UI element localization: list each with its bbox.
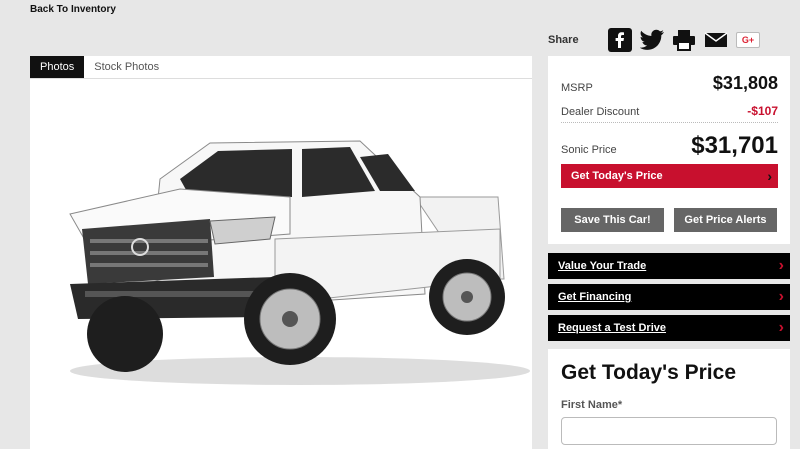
- back-to-inventory-link[interactable]: Back To Inventory: [30, 4, 116, 15]
- get-price-alerts-button[interactable]: Get Price Alerts: [674, 208, 777, 232]
- chevron-right-icon: ›: [778, 319, 784, 336]
- request-test-drive-label: Request a Test Drive: [558, 322, 667, 334]
- get-financing-button[interactable]: Get Financing ›: [548, 284, 790, 310]
- first-name-label-text: First Name: [561, 399, 618, 411]
- print-icon[interactable]: [672, 29, 696, 51]
- sonic-price-value: $31,701: [691, 132, 778, 159]
- chevron-right-icon: ›: [778, 288, 784, 305]
- share-bar: Share G+: [548, 26, 778, 54]
- msrp-value: $31,808: [712, 73, 778, 93]
- required-mark: *: [617, 399, 623, 411]
- facebook-icon[interactable]: [608, 28, 632, 52]
- share-label: Share: [548, 34, 579, 46]
- tab-photos[interactable]: Photos: [30, 56, 85, 78]
- sonic-price-label: Sonic Price: [561, 144, 617, 156]
- email-icon[interactable]: [704, 31, 728, 49]
- save-this-car-button[interactable]: Save This Car!: [561, 208, 664, 232]
- value-your-trade-label: Value Your Trade: [558, 260, 647, 272]
- truck-photo[interactable]: [30, 79, 532, 449]
- chevron-right-icon: ›: [767, 168, 772, 184]
- discount-label: Dealer Discount: [561, 106, 640, 118]
- price-panel: MSRP $31,808 Dealer Discount -$107 Sonic…: [548, 56, 790, 244]
- photo-gallery: Photos Stock Photos: [30, 56, 532, 449]
- twitter-icon[interactable]: [640, 29, 664, 51]
- get-todays-price-label: Get Today's Price: [571, 170, 663, 182]
- price-divider: [561, 122, 778, 123]
- google-plus-icon[interactable]: G+: [736, 32, 760, 48]
- sonic-price-row: Sonic Price $31,701: [561, 130, 778, 160]
- tab-stock-photos[interactable]: Stock Photos: [84, 56, 169, 78]
- msrp-label: MSRP: [561, 82, 593, 94]
- request-test-drive-button[interactable]: Request a Test Drive ›: [548, 315, 790, 341]
- discount-value: -$107: [747, 104, 778, 118]
- get-financing-label: Get Financing: [558, 291, 632, 303]
- get-todays-price-button[interactable]: Get Today's Price ›: [561, 164, 778, 188]
- msrp-row: MSRP $31,808: [561, 70, 778, 94]
- value-your-trade-button[interactable]: Value Your Trade ›: [548, 253, 790, 279]
- price-request-form: Get Today's Price First Name*: [548, 349, 790, 449]
- chevron-right-icon: ›: [778, 257, 784, 274]
- gallery-tabs: Photos Stock Photos: [30, 56, 532, 79]
- first-name-label: First Name*: [561, 399, 622, 411]
- form-title: Get Today's Price: [561, 361, 737, 384]
- discount-row: Dealer Discount -$107: [561, 100, 778, 118]
- first-name-field[interactable]: [561, 417, 777, 445]
